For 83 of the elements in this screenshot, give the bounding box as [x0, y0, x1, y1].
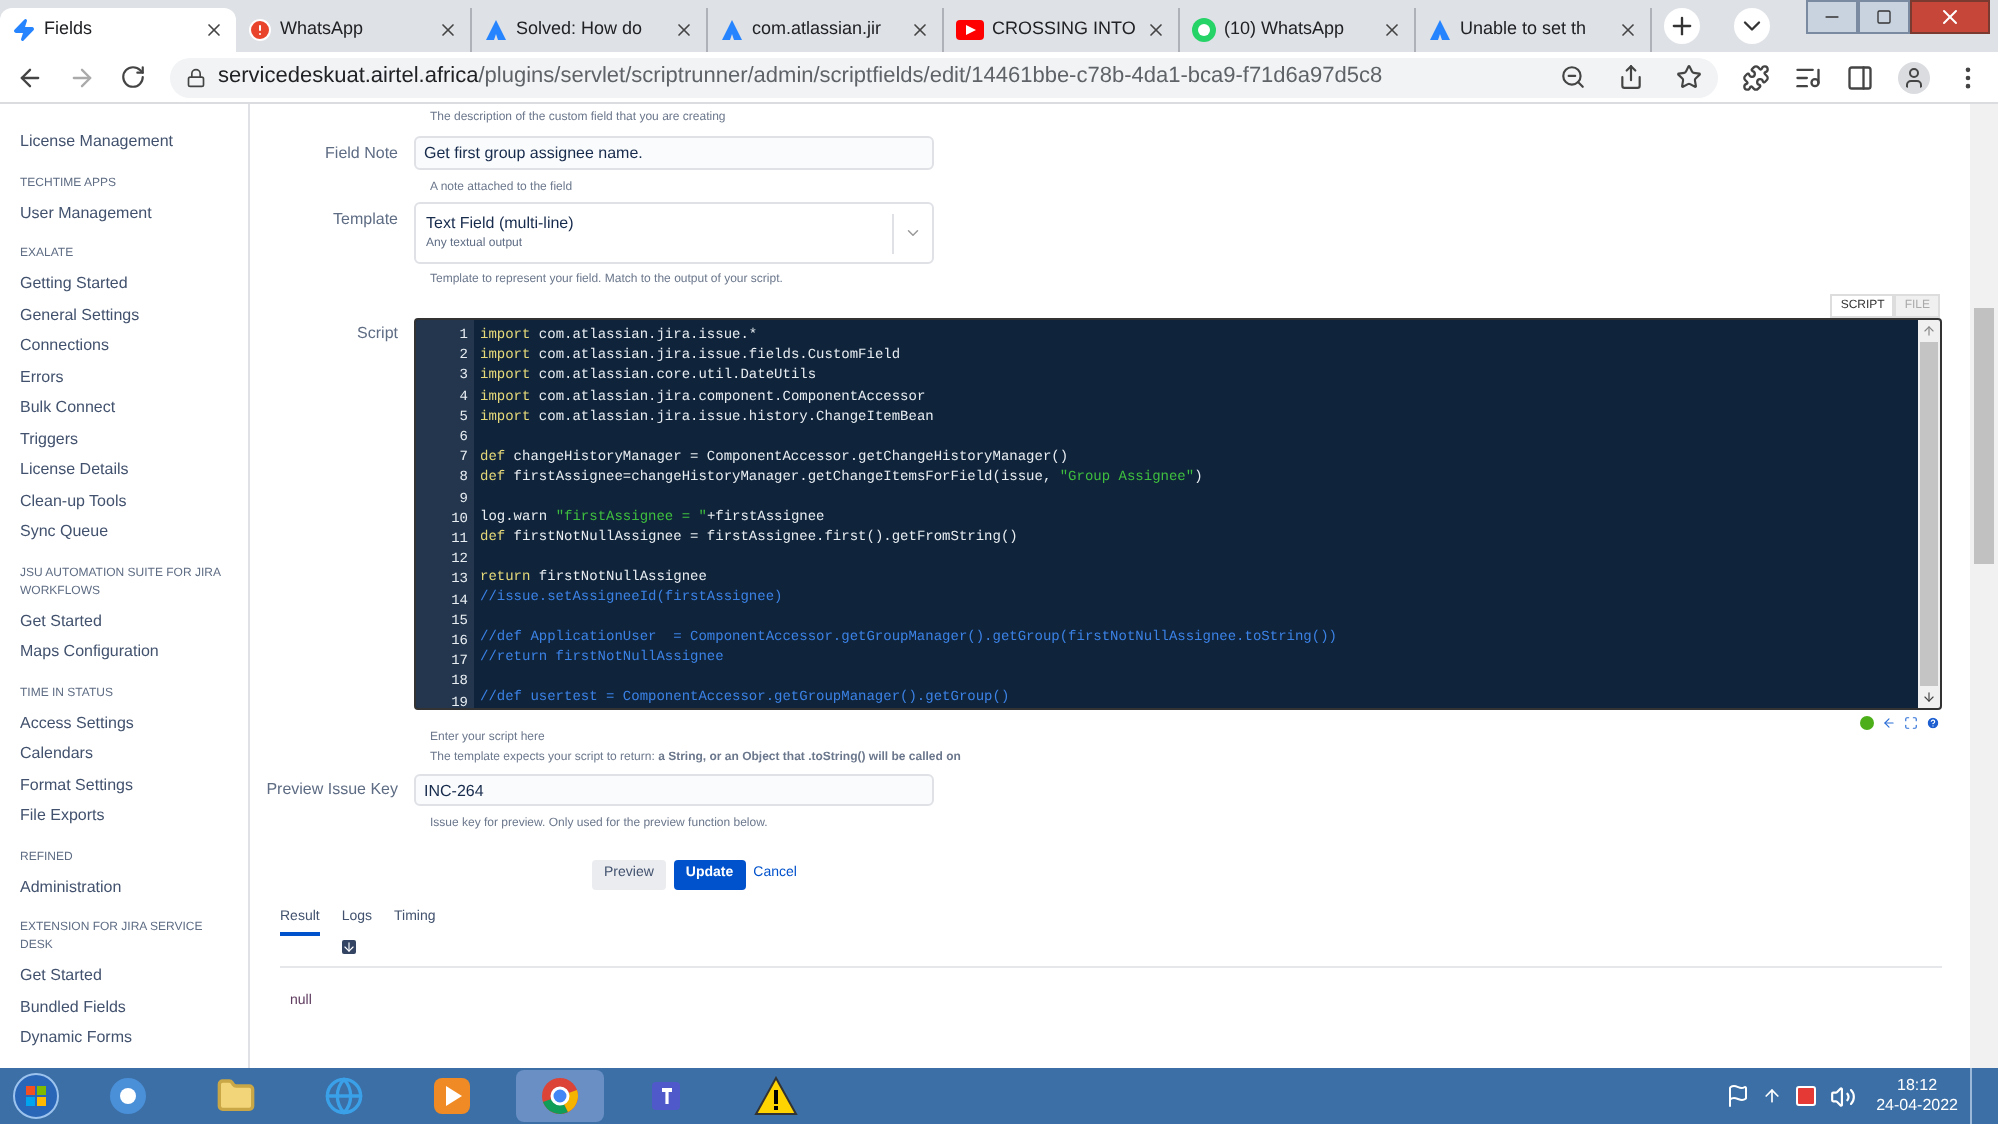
- download-badge-icon: [341, 939, 356, 953]
- scroll-down-icon[interactable]: [1922, 690, 1936, 704]
- close-icon[interactable]: [1146, 20, 1166, 40]
- tray-app-icon[interactable]: [1794, 1084, 1819, 1108]
- maximize-icon[interactable]: [1858, 0, 1910, 34]
- sidebar-link[interactable]: Connections: [20, 330, 248, 361]
- bookmark-star-icon[interactable]: [1676, 64, 1702, 90]
- triangle-icon: [1428, 18, 1452, 42]
- extensions-icon[interactable]: [1742, 63, 1770, 91]
- field-label: Template: [331, 208, 400, 232]
- page-scrollbar-thumb[interactable]: [1974, 308, 1994, 564]
- tray-arrow-icon[interactable]: [1762, 1086, 1783, 1106]
- field-label: Script: [355, 322, 400, 346]
- sidebar-link[interactable]: Maps Configuration: [20, 636, 248, 667]
- field-note-input[interactable]: Get first group assignee name.: [414, 136, 934, 170]
- sidebar-link[interactable]: General Settings: [20, 299, 248, 330]
- clock-date[interactable]: 24-04-2022: [1876, 1096, 1958, 1116]
- share-icon[interactable]: [1618, 64, 1644, 90]
- chat-icon: [1192, 18, 1216, 42]
- close-icon[interactable]: [1618, 20, 1638, 40]
- preview-key-input[interactable]: INC-264: [414, 774, 934, 806]
- clock-time[interactable]: 18:12: [1897, 1076, 1938, 1096]
- triangle-icon: [720, 18, 744, 42]
- alert-icon: [248, 18, 272, 42]
- sidebar-link[interactable]: Triggers: [20, 423, 248, 454]
- flag-icon[interactable]: [1726, 1084, 1751, 1108]
- sidebar-link[interactable]: Access Settings: [20, 707, 248, 738]
- lightning-icon: [12, 18, 36, 42]
- close-icon[interactable]: [674, 20, 694, 40]
- lock-icon: [186, 67, 206, 87]
- fullscreen-icon[interactable]: [1904, 716, 1918, 730]
- scroll-up-icon[interactable]: [1922, 324, 1936, 338]
- sidebar-link[interactable]: Get Started: [20, 605, 248, 636]
- url-text: servicedeskuat.airtel.africa/plugins/servlet/scriptrunner/admin/scriptfields/edit/14461bbe-c78b-4da1-bca9-f71d6a97d5c8: [218, 62, 1385, 93]
- browser-tab[interactable]: Fields: [0, 8, 236, 52]
- tab-title: WhatsApp: [280, 16, 366, 43]
- back-icon[interactable]: [16, 63, 44, 91]
- field-label: Preview Issue Key: [264, 778, 400, 802]
- sidebar-link[interactable]: License Management: [20, 126, 248, 157]
- tab-title: Unable to set th: [1460, 16, 1589, 43]
- sidebar-link[interactable]: Calendars: [20, 738, 248, 769]
- sidebar-link[interactable]: File Exports: [20, 800, 248, 831]
- sidebar-link[interactable]: Format Settings: [20, 769, 248, 800]
- sidebar-link[interactable]: User Management: [20, 197, 248, 228]
- code-editor[interactable]: [414, 318, 1942, 710]
- close-icon[interactable]: [204, 20, 224, 40]
- tab-title: com.atlassian.jir: [752, 16, 884, 43]
- media-icon[interactable]: [1794, 63, 1822, 91]
- chrome-icon[interactable]: [516, 1070, 604, 1122]
- tab-title: CROSSING INTO: [992, 16, 1138, 43]
- sidebar-link[interactable]: Bundled Fields: [20, 991, 248, 1022]
- triangle-icon: [484, 18, 508, 42]
- new-tab-icon[interactable]: [1664, 8, 1700, 44]
- close-icon[interactable]: [910, 20, 930, 40]
- sidebar-link[interactable]: License Details: [20, 454, 248, 485]
- close-icon[interactable]: [1382, 20, 1402, 40]
- editor-scrollbar-thumb[interactable]: [1920, 342, 1938, 686]
- sidebar-link[interactable]: Administration: [20, 871, 248, 902]
- sidebar-link[interactable]: Clean-up Tools: [20, 485, 248, 516]
- chevron-down-icon: [904, 224, 922, 242]
- sidebar-link[interactable]: Errors: [20, 361, 248, 392]
- profile-icon[interactable]: [1898, 61, 1930, 93]
- select-value: Text Field (multi-line): [426, 212, 576, 236]
- zoom-icon[interactable]: [1560, 64, 1586, 90]
- address-bar[interactable]: servicedeskuat.airtel.africa/plugins/servlet/scriptrunner/admin/scriptfields/edit/14461bbe-c78b-4da1-bca9-f71d6a97d5c8: [170, 57, 1718, 97]
- back-arrow-icon[interactable]: [1882, 716, 1896, 730]
- sidebar-link[interactable]: Getting Started: [20, 268, 248, 299]
- sidebar-link[interactable]: Sync Queue: [20, 516, 248, 547]
- field-label: Field Note: [323, 141, 400, 165]
- tab-title: (10) WhatsApp: [1224, 16, 1347, 43]
- close-icon[interactable]: [438, 20, 458, 40]
- reload-icon[interactable]: [120, 64, 146, 90]
- close-icon[interactable]: [1910, 0, 1990, 34]
- side-panel-icon[interactable]: [1846, 63, 1874, 91]
- tab-search-icon[interactable]: [1734, 8, 1770, 44]
- play-icon: [956, 20, 984, 40]
- sidebar-link[interactable]: Get Started: [20, 960, 248, 991]
- help-icon[interactable]: [1926, 716, 1940, 730]
- sidebar-link[interactable]: Dynamic Forms: [20, 1022, 248, 1053]
- tab-title: Solved: How do: [516, 16, 645, 43]
- tab-title: Fields: [44, 16, 95, 43]
- volume-icon[interactable]: [1830, 1083, 1857, 1109]
- sidebar-link[interactable]: Bulk Connect: [20, 392, 248, 423]
